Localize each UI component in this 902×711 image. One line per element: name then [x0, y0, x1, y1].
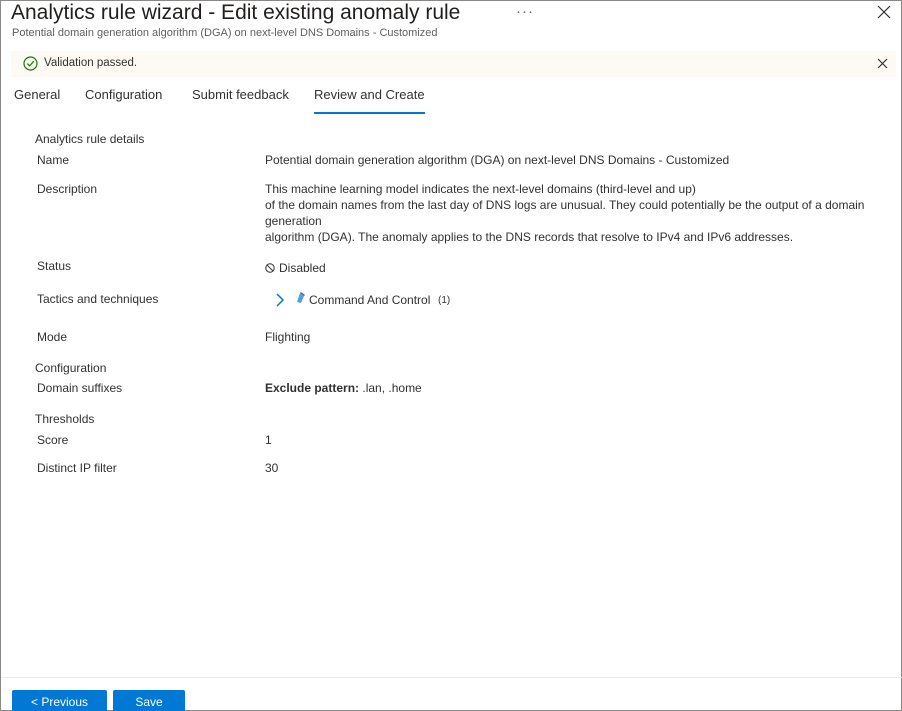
check-circle-icon — [23, 56, 38, 71]
description-line: This machine learning model indicates th… — [265, 182, 696, 196]
tab-submit-feedback[interactable]: Submit feedback — [192, 87, 289, 114]
previous-button[interactable]: < Previous — [12, 690, 107, 711]
distinct-ip-filter-value: 30 — [265, 461, 279, 475]
validation-message: Validation passed. — [44, 57, 138, 69]
page-title: Analytics rule wizard - Edit existing an… — [11, 1, 461, 24]
status-value: Disabled — [265, 261, 326, 275]
name-value: Potential domain generation algorithm (D… — [265, 153, 730, 167]
name-label: Name — [37, 153, 70, 167]
disabled-circle-icon — [265, 263, 275, 273]
validation-banner: Validation passed. — [11, 51, 896, 77]
save-button[interactable]: Save — [113, 690, 185, 711]
close-icon[interactable] — [877, 5, 891, 19]
wizard-tabs: General Configuration Submit feedback Re… — [14, 87, 514, 115]
description-value: This machine learning model indicates th… — [265, 181, 885, 245]
exclude-pattern-label: Exclude pattern: — [265, 381, 360, 395]
dismiss-banner-icon[interactable] — [877, 58, 888, 69]
exclude-pattern-value: .lan, .home — [359, 381, 422, 395]
header: Analytics rule wizard - Edit existing an… — [11, 1, 881, 51]
mode-value: Flighting — [265, 330, 311, 344]
page-subtitle: Potential domain generation algorithm (D… — [12, 27, 438, 39]
analytics-rule-details-heading: Analytics rule details — [35, 132, 145, 146]
domain-suffixes-label: Domain suffixes — [37, 381, 123, 395]
tactic-name[interactable]: Command And Control — [309, 293, 430, 307]
tab-configuration[interactable]: Configuration — [85, 87, 162, 114]
footer-divider — [1, 677, 902, 678]
more-options-button[interactable]: ··· — [516, 3, 534, 20]
status-label: Status — [37, 259, 72, 273]
wizard-window: Analytics rule wizard - Edit existing an… — [0, 0, 902, 711]
tab-general[interactable]: General — [14, 87, 60, 114]
tactics-label: Tactics and techniques — [37, 292, 159, 306]
chevron-right-icon[interactable] — [275, 293, 285, 307]
description-line: of the domain names from the last day of… — [265, 198, 865, 228]
score-label: Score — [37, 433, 69, 447]
tactic-count: (1) — [438, 295, 451, 306]
status-text: Disabled — [279, 261, 326, 275]
thresholds-heading: Thresholds — [35, 412, 95, 426]
tab-review-and-create[interactable]: Review and Create — [314, 87, 425, 114]
configuration-heading: Configuration — [35, 361, 107, 375]
score-value: 1 — [265, 433, 272, 447]
description-line: algorithm (DGA). The anomaly applies to … — [265, 230, 794, 244]
domain-suffixes-value: Exclude pattern: .lan, .home — [265, 381, 422, 395]
distinct-ip-filter-label: Distinct IP filter — [37, 461, 117, 475]
mode-label: Mode — [37, 330, 68, 344]
command-control-icon — [297, 292, 305, 303]
description-label: Description — [37, 182, 98, 196]
